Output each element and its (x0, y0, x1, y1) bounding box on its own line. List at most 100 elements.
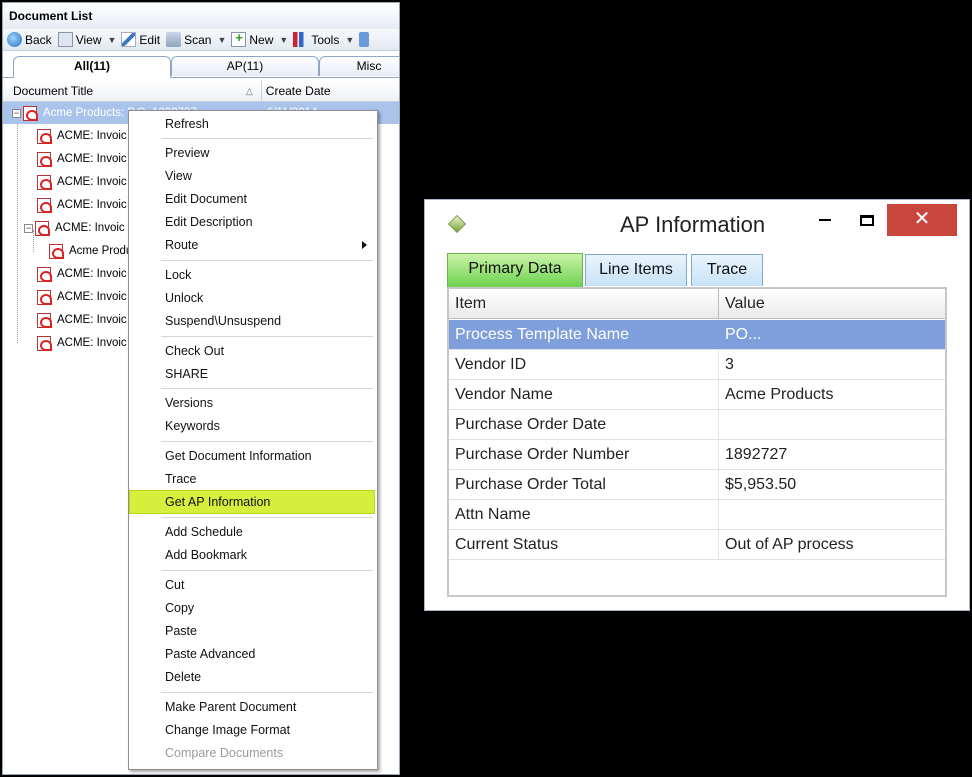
grid-row[interactable]: Purchase Order Number 1892727 (449, 440, 945, 470)
menu-item-preview[interactable]: Preview (165, 143, 209, 163)
app-cube-icon (447, 214, 467, 234)
dialog-title-bar[interactable]: AP Information ✕ (425, 200, 969, 246)
pdf-icon (37, 128, 52, 144)
column-item[interactable]: Item (449, 289, 719, 318)
grid-row[interactable]: Vendor Name Acme Products (449, 380, 945, 410)
pdf-icon (37, 197, 52, 213)
tree-row[interactable]: ACME: Invoic (3, 148, 127, 170)
tree-row-child[interactable]: Acme Produ (3, 240, 132, 262)
tree-row[interactable]: ACME: Invoic (3, 263, 127, 285)
menu-item-get-document-information[interactable]: Get Document Information (165, 446, 312, 466)
scan-dropdown-icon[interactable]: ▼ (217, 35, 226, 45)
column-create-date[interactable]: Create Date (262, 80, 399, 101)
back-button[interactable]: Back (7, 32, 52, 47)
tab-primary-data[interactable]: Primary Data (447, 253, 583, 287)
tree-row[interactable]: ACME: Invoic (3, 171, 127, 193)
ap-information-dialog: AP Information ✕ Primary Data Line Items… (424, 199, 970, 611)
menu-item-route[interactable]: Route (165, 235, 198, 255)
tab-misc[interactable]: Misc (319, 56, 399, 76)
menu-item-paste-advanced[interactable]: Paste Advanced (165, 644, 255, 664)
menu-item-edit-document[interactable]: Edit Document (165, 189, 247, 209)
menu-item-cut[interactable]: Cut (165, 575, 184, 595)
menu-item-copy[interactable]: Copy (165, 598, 194, 618)
grid-cell-value: 3 (725, 356, 734, 373)
tab-ap[interactable]: AP(11) (171, 56, 319, 76)
grid-row[interactable]: Attn Name (449, 500, 945, 530)
close-button[interactable]: ✕ (887, 204, 957, 236)
tab-all[interactable]: All(11) (13, 56, 171, 78)
collapse-icon[interactable]: − (12, 108, 21, 118)
menu-item-add-schedule[interactable]: Add Schedule (165, 522, 243, 542)
menu-separator (161, 138, 373, 139)
grid-cell-value: $5,953.50 (725, 476, 797, 493)
column-header-row: Document Title △ Create Date (3, 80, 399, 102)
grid-row[interactable]: Current Status Out of AP process (449, 530, 945, 560)
pdf-icon (49, 243, 64, 259)
document-tabs: All(11) AP(11) Misc (3, 56, 399, 78)
menu-item-view[interactable]: View (165, 166, 192, 186)
tree-row[interactable]: ACME: Invoic (3, 332, 127, 354)
submenu-arrow-icon (362, 241, 367, 249)
tab-trace[interactable]: Trace (691, 254, 763, 286)
tree-row[interactable]: − ACME: Invoic (3, 217, 125, 239)
scan-button[interactable]: Scan (166, 32, 211, 47)
view-button[interactable]: View (57, 32, 101, 47)
menu-item-unlock[interactable]: Unlock (165, 288, 203, 308)
document-list-toolbar: Back View ▼ Edit Scan ▼ New ▼ Tools ▼ (3, 29, 399, 51)
tools-icon (293, 32, 309, 47)
new-dropdown-icon[interactable]: ▼ (279, 35, 288, 45)
menu-item-add-bookmark[interactable]: Add Bookmark (165, 545, 247, 565)
tree-row[interactable]: ACME: Invoic (3, 309, 127, 331)
collapse-icon[interactable]: − (24, 223, 33, 233)
menu-item-delete[interactable]: Delete (165, 667, 201, 687)
column-document-title[interactable]: Document Title △ (3, 80, 262, 101)
grid-row-selected[interactable]: Process Template Name PO... (449, 320, 945, 350)
pdf-icon (37, 312, 52, 328)
menu-item-get-ap-information[interactable]: Get AP Information (165, 492, 270, 512)
tree-row[interactable]: ACME: Invoic (3, 125, 127, 147)
new-button[interactable]: New (231, 30, 273, 47)
menu-item-make-parent-document[interactable]: Make Parent Document (165, 697, 296, 717)
grid-cell-item: Current Status (449, 530, 719, 559)
edit-button[interactable]: Edit (121, 32, 160, 47)
grid-cell-item: Purchase Order Total (449, 470, 719, 499)
menu-item-lock[interactable]: Lock (165, 265, 191, 285)
close-icon: ✕ (913, 208, 931, 230)
menu-item-versions[interactable]: Versions (165, 393, 213, 413)
tools-dropdown-icon[interactable]: ▼ (345, 35, 354, 45)
menu-item-check-out[interactable]: Check Out (165, 341, 224, 361)
grid-cell-item: Vendor ID (449, 350, 719, 379)
grid-header-row: Item Value (449, 289, 945, 319)
tree-row[interactable]: ACME: Invoic (3, 194, 127, 216)
menu-item-keywords[interactable]: Keywords (165, 416, 220, 436)
pdf-icon (23, 105, 38, 121)
menu-separator (161, 336, 373, 337)
pdf-icon (37, 151, 52, 167)
menu-item-refresh[interactable]: Refresh (165, 114, 209, 134)
tree-row[interactable]: ACME: Invoic (3, 286, 127, 308)
menu-item-paste[interactable]: Paste (165, 621, 197, 641)
menu-item-change-image-format[interactable]: Change Image Format (165, 720, 290, 740)
pdf-icon (37, 335, 52, 351)
scanner-icon (166, 32, 182, 47)
tools-button[interactable]: Tools (293, 32, 339, 47)
menu-item-compare-documents: Compare Documents (165, 746, 284, 760)
more-toolbar-button[interactable] (359, 32, 372, 47)
view-dropdown-icon[interactable]: ▼ (107, 35, 116, 45)
new-document-icon (231, 30, 247, 47)
column-value[interactable]: Value (719, 289, 945, 318)
grid-row[interactable]: Vendor ID 3 (449, 350, 945, 380)
grid-cell-value: 1892727 (725, 446, 788, 463)
menu-separator (161, 260, 373, 261)
maximize-icon (860, 214, 874, 226)
tab-line-items[interactable]: Line Items (585, 254, 687, 286)
menu-item-share[interactable]: SHARE (165, 364, 208, 384)
grid-row[interactable]: Purchase Order Date (449, 410, 945, 440)
maximize-button[interactable] (847, 204, 887, 236)
menu-item-trace[interactable]: Trace (165, 469, 197, 489)
ap-data-grid: Item Value Process Template Name PO... V… (447, 287, 947, 597)
menu-item-suspend-unsuspend[interactable]: Suspend\Unsuspend (165, 311, 281, 331)
grid-row[interactable]: Purchase Order Total $5,953.50 (449, 470, 945, 500)
menu-item-edit-description[interactable]: Edit Description (165, 212, 253, 232)
minimize-button[interactable] (805, 204, 845, 236)
